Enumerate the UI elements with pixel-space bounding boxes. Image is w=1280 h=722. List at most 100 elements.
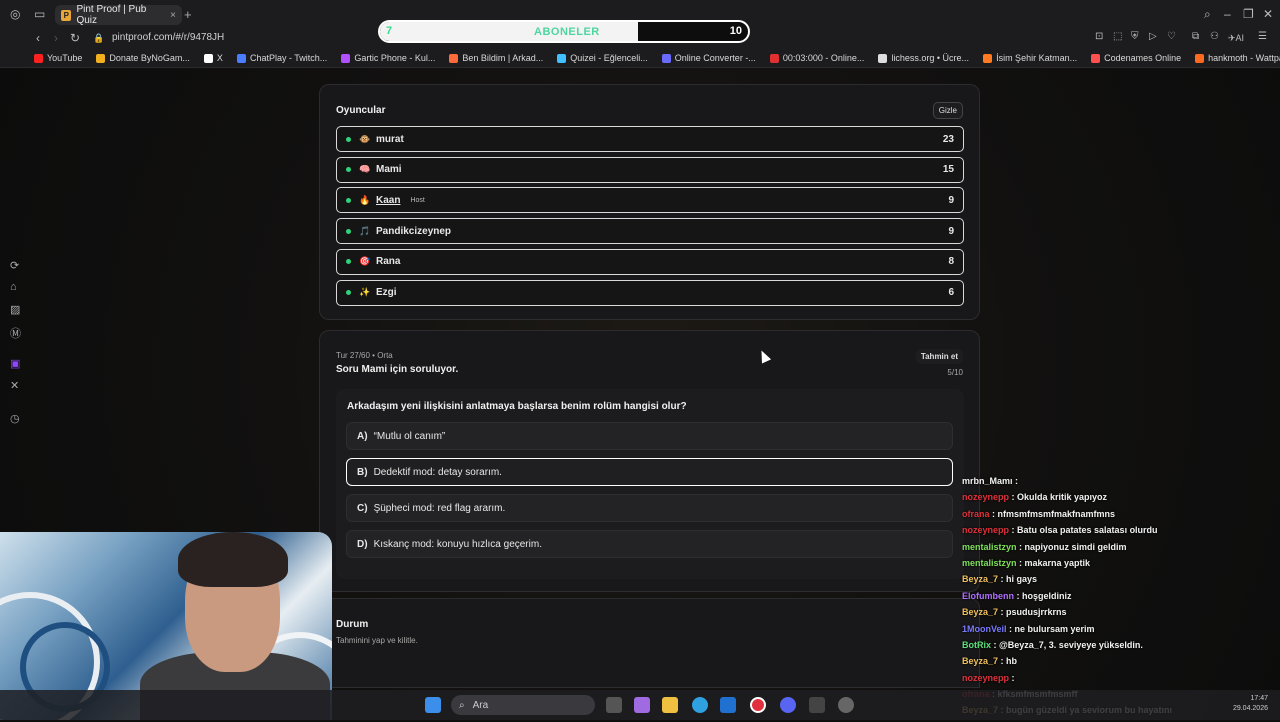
- bookmark-favicon-icon: [661, 53, 671, 63]
- clock-icon[interactable]: ◷: [10, 412, 20, 425]
- stream-chat: mrbn_Mamı : nozeynepp : Okulda kritik ya…: [962, 476, 1262, 722]
- answer-option-d[interactable]: D) Kıskanç mod: konuyu hızlıca geçerim.: [346, 530, 953, 558]
- subscriber-current: 7: [386, 25, 393, 37]
- play-icon[interactable]: ▷: [1149, 31, 1157, 42]
- bookmark-item[interactable]: Gartic Phone - Kul...: [341, 53, 435, 63]
- answer-option-b[interactable]: B) Dedektif mod: detay sorarım.: [346, 458, 953, 486]
- messenger-icon[interactable]: Ⓜ: [10, 325, 21, 341]
- bookmark-item[interactable]: Ben Bildim | Arkad...: [449, 53, 543, 63]
- player-avatar-icon: 🧠: [359, 164, 371, 175]
- back-icon[interactable]: ‹: [36, 31, 40, 45]
- chat-text: @Beyza_7, 3. seviyeye yükseldin.: [999, 639, 1143, 650]
- clock-time: 17:47: [1250, 695, 1268, 702]
- question-card: Tur 27/60 • Orta Soru Mami için soruluyo…: [319, 330, 980, 592]
- taskbar-search[interactable]: ⌕ Ara: [451, 695, 595, 715]
- option-letter: B): [357, 466, 368, 478]
- store-icon[interactable]: [720, 697, 736, 713]
- answer-option-c[interactable]: C) Şüpheci mod: red flag ararım.: [346, 494, 953, 522]
- bookmark-item[interactable]: Quizei - Eğlenceli...: [557, 53, 648, 63]
- player-score: 6: [948, 287, 954, 298]
- bookmark-item[interactable]: Codenames Online: [1091, 53, 1181, 63]
- shield-icon[interactable]: ⛨: [1131, 31, 1139, 42]
- bookmark-item[interactable]: Online Converter -...: [661, 53, 756, 63]
- opera-icon[interactable]: [750, 697, 766, 713]
- answer-option-a[interactable]: A) “Mutlu ol canım”: [346, 422, 953, 450]
- player-name: Kaan: [376, 194, 401, 206]
- guess-button[interactable]: Tahmin et: [915, 349, 963, 364]
- player-score: 8: [948, 256, 954, 268]
- close-icon[interactable]: ×: [170, 10, 176, 21]
- ai-icon[interactable]: ✈AI: [1228, 33, 1244, 44]
- discord-icon[interactable]: [780, 697, 796, 713]
- app-icon[interactable]: [809, 697, 825, 713]
- browser-menu-icon[interactable]: ◎: [10, 7, 20, 21]
- task-view-icon[interactable]: [606, 697, 622, 713]
- chat-separator: :: [998, 574, 1007, 585]
- bookmark-item[interactable]: lichess.org • Ücre...: [878, 53, 969, 63]
- obs-icon[interactable]: [838, 697, 854, 713]
- inbox-icon[interactable]: ⌂: [10, 281, 17, 293]
- player-row: 🐵 murat 23: [336, 126, 964, 152]
- option-text: Şüpheci mod: red flag ararım.: [373, 502, 506, 514]
- history-icon[interactable]: ⟳: [10, 259, 19, 272]
- option-letter: C): [357, 502, 368, 514]
- tab-pintproof[interactable]: P Pint Proof | Pub Quiz ×: [55, 4, 182, 26]
- forward-icon[interactable]: ›: [54, 31, 58, 45]
- profile-icon[interactable]: ⚇: [1210, 31, 1219, 42]
- file-explorer-icon[interactable]: [662, 697, 678, 713]
- pintproof-favicon-icon: P: [61, 9, 72, 21]
- question-box: Arkadaşım yeni ilişkisini anlatmaya başl…: [336, 389, 964, 579]
- bookmark-label: ChatPlay - Twitch...: [249, 53, 328, 63]
- bookmark-item[interactable]: Donate ByNoGam...: [96, 53, 190, 63]
- url-field[interactable]: pintproof.com/#/r/9478JH: [112, 32, 224, 43]
- copilot-icon[interactable]: [634, 697, 650, 713]
- chat-message: 1MoonVeil : ne bulursam yerim: [962, 624, 1262, 640]
- chat-text: psudusjrrkrns: [1006, 607, 1067, 618]
- player-row: 🧠 Mami 15: [336, 156, 964, 183]
- bookmark-favicon-icon: [203, 53, 213, 63]
- players-title: Oyuncular: [336, 105, 386, 116]
- chat-message: BotRix : @Beyza_7, 3. seviyeye yükseldin…: [962, 640, 1262, 656]
- extensions-icon[interactable]: ⧉: [1192, 31, 1199, 42]
- new-tab-icon[interactable]: +: [184, 7, 192, 22]
- bookmark-item[interactable]: hankmoth - Wattpad: [1195, 53, 1280, 63]
- clock-date: 29.04.2026: [1232, 705, 1268, 712]
- player-avatar-icon: 🎵: [359, 225, 371, 236]
- bookmark-item[interactable]: ChatPlay - Twitch...: [236, 53, 328, 63]
- reload-icon[interactable]: ↻: [70, 31, 80, 45]
- bookmark-item[interactable]: YouTube: [34, 53, 82, 63]
- bookmark-item[interactable]: İsim Şehir Katman...: [983, 53, 1077, 63]
- close-window-icon[interactable]: ✕: [1263, 7, 1273, 21]
- player-name: Ezgi: [376, 287, 397, 298]
- windows-start-icon[interactable]: [425, 697, 441, 713]
- bookmark-item[interactable]: 00:03:000 - Online...: [769, 53, 864, 63]
- online-status-icon: [346, 259, 351, 265]
- wallet-icon[interactable]: ▨: [10, 303, 20, 316]
- x-icon[interactable]: ✕: [10, 379, 19, 392]
- bookmark-item[interactable]: X: [203, 53, 223, 63]
- maximize-icon[interactable]: ❐: [1243, 7, 1254, 21]
- heart-icon[interactable]: ♡: [1167, 31, 1176, 42]
- chat-username: ofrana: [962, 508, 990, 519]
- online-status-icon: [346, 228, 351, 234]
- chat-username: Beyza_7: [962, 656, 999, 667]
- twitch-icon[interactable]: ▣: [10, 357, 20, 370]
- menu-icon[interactable]: ☰: [1258, 31, 1267, 42]
- player-score: 9: [948, 225, 954, 237]
- player-row: ✨ Ezgi 6: [336, 279, 964, 306]
- bookmark-label: Quizei - Eğlenceli...: [570, 53, 648, 63]
- bookmark-favicon-icon: [236, 53, 246, 63]
- chat-username: nozeynepp: [962, 525, 1010, 536]
- search-icon[interactable]: ⌕: [1204, 7, 1211, 22]
- bookmark-label: X: [216, 53, 223, 63]
- online-status-icon: [346, 136, 351, 142]
- minimize-icon[interactable]: –: [1224, 7, 1231, 21]
- bookmark-icon[interactable]: ⊡: [1095, 31, 1103, 42]
- tab-list-icon[interactable]: ▭: [34, 7, 45, 21]
- chat-message: mentalistzyn : napiyonuz simdi geldim: [962, 542, 1262, 558]
- snapshot-icon[interactable]: ⬚: [1113, 31, 1122, 42]
- hide-button[interactable]: Gizle: [932, 102, 963, 119]
- chat-separator: :: [1009, 525, 1018, 536]
- edge-icon[interactable]: [692, 697, 708, 713]
- player-avatar-icon: 🐵: [359, 133, 371, 144]
